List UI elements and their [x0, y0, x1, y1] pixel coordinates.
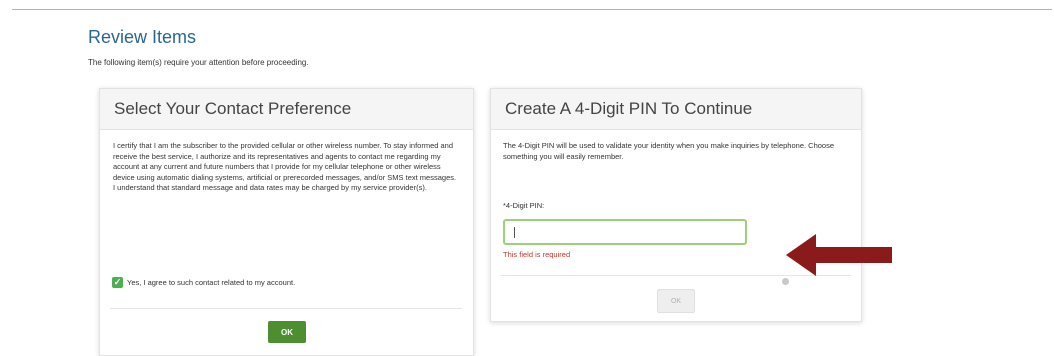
page-subtitle: The following item(s) require your atten… [88, 58, 309, 67]
top-divider [12, 9, 1052, 10]
create-pin-card: Create A 4-Digit PIN To Continue The 4-D… [490, 88, 862, 322]
pin-ok-button[interactable]: OK [657, 289, 695, 313]
red-arrow-icon [786, 234, 892, 276]
text-caret [514, 227, 515, 238]
consent-text: I certify that I am the subscriber to th… [113, 141, 457, 192]
pin-input[interactable] [503, 219, 747, 245]
consent-checkbox-row[interactable]: ✓ Yes, I agree to such contact related t… [112, 277, 295, 288]
contact-card-header: Select Your Contact Preference [100, 89, 473, 130]
page-title: Review Items [88, 27, 197, 47]
consent-checkbox-label[interactable]: Yes, I agree to such contact related to … [127, 278, 295, 287]
pin-card-header: Create A 4-Digit PIN To Continue [491, 89, 861, 130]
contact-ok-button[interactable]: OK [268, 321, 306, 343]
pin-description: The 4-Digit PIN will be used to validate… [503, 141, 835, 161]
contact-card-divider [110, 308, 462, 309]
help-dot-icon [782, 278, 789, 285]
contact-preference-card: Select Your Contact Preference I certify… [99, 88, 474, 356]
pin-error-message: This field is required [503, 250, 571, 259]
check-icon: ✓ [113, 277, 122, 287]
pin-field-label: *4-Digit PIN: [503, 201, 545, 210]
consent-checkbox[interactable]: ✓ [112, 277, 123, 288]
